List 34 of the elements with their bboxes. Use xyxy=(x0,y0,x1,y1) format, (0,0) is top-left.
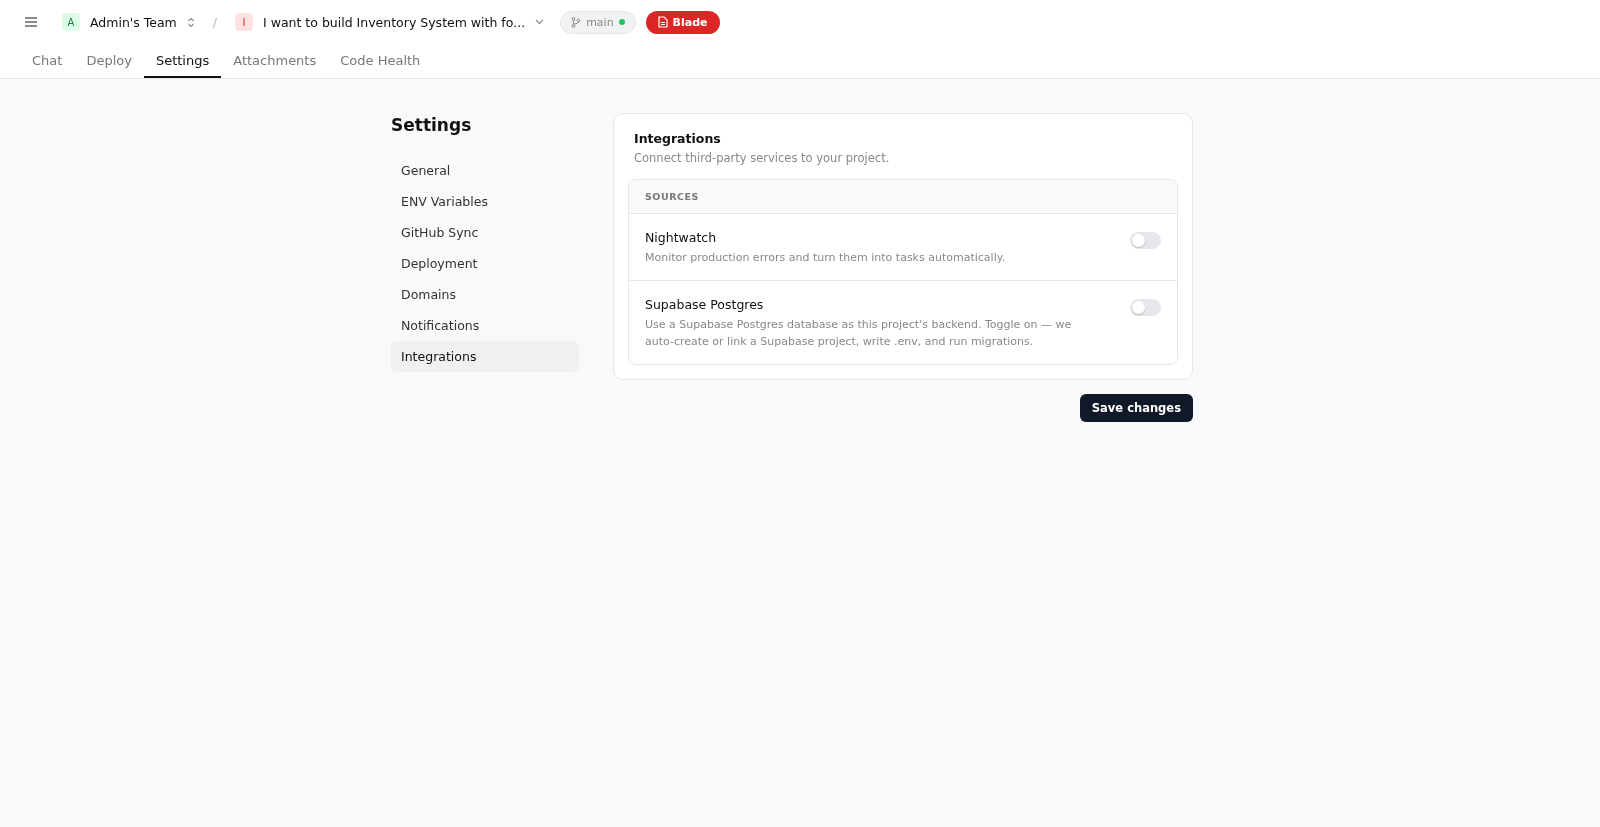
toggle-switch[interactable] xyxy=(1130,232,1161,249)
toggle-switch[interactable] xyxy=(1130,299,1161,316)
sidebar-item[interactable]: ENV Variables xyxy=(391,186,579,217)
integration-description: Use a Supabase Postgres database as this project's backend. Toggle on — we auto-create or link a Supabase project, write .env, and run migrations. xyxy=(645,317,1073,350)
settings-title: Settings xyxy=(391,115,473,135)
document-icon xyxy=(657,16,668,28)
project-name[interactable]: I want to build Inventory System with fo... xyxy=(263,14,526,30)
chevron-updown-icon[interactable] xyxy=(186,16,195,28)
card-title: Integrations xyxy=(634,131,722,146)
tab[interactable]: Code Health xyxy=(328,44,433,78)
integration-description: Monitor production errors and turn them into tasks automatically. xyxy=(645,250,1006,266)
section-header: SOURCES xyxy=(629,180,1177,214)
tab[interactable]: Chat xyxy=(24,44,75,78)
integration-name: Supabase Postgres xyxy=(645,297,765,312)
tab[interactable]: Attachments xyxy=(221,44,329,78)
project-avatar: I xyxy=(235,13,254,31)
breadcrumb-separator: / xyxy=(212,14,218,30)
team-name[interactable]: Admin's Team xyxy=(90,14,177,30)
sidebar-item[interactable]: General xyxy=(391,155,579,186)
menu-icon[interactable] xyxy=(24,16,38,28)
branch-icon xyxy=(571,16,582,28)
integration-name: Nightwatch xyxy=(645,230,718,245)
sidebar-item[interactable]: Deployment xyxy=(391,248,579,279)
save-button[interactable]: Save changes xyxy=(1079,394,1193,422)
team-avatar: A xyxy=(62,13,80,31)
sidebar-item[interactable]: Notifications xyxy=(391,310,579,341)
card-subtitle: Connect third-party services to your project. xyxy=(634,151,891,165)
tab[interactable]: Deploy xyxy=(74,44,144,78)
chevron-down-icon[interactable] xyxy=(535,19,545,25)
blade-button[interactable]: Blade xyxy=(645,10,720,34)
sidebar-item[interactable]: Domains xyxy=(391,279,579,310)
sidebar-item[interactable]: Integrations xyxy=(391,341,579,372)
sidebar-item[interactable]: GitHub Sync xyxy=(391,217,579,248)
tab[interactable]: Settings xyxy=(143,44,222,78)
